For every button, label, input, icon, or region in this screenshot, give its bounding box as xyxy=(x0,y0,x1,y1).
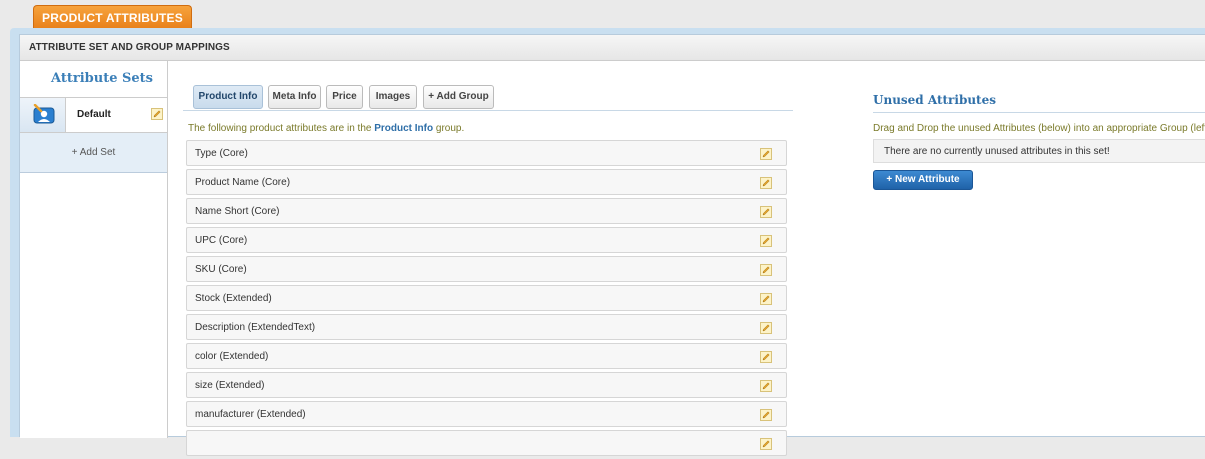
attribute-label: UPC (Core) xyxy=(195,235,248,246)
edit-pencil-icon[interactable] xyxy=(760,380,772,392)
tab-price[interactable]: Price xyxy=(326,85,363,109)
new-attribute-button[interactable]: + New Attribute xyxy=(873,170,973,190)
edit-pencil-icon[interactable] xyxy=(760,235,772,247)
attribute-label: size (Extended) xyxy=(195,380,265,391)
attribute-item[interactable]: manufacturer (Extended) xyxy=(186,401,787,427)
attribute-label: Type (Core) xyxy=(195,148,248,159)
group-tabs: Product Info Meta Info Price Images + Ad… xyxy=(183,85,793,111)
attribute-label: Product Name (Core) xyxy=(195,177,291,188)
attribute-label: Name Short (Core) xyxy=(195,206,280,217)
attribute-set-icon xyxy=(33,104,55,124)
group-info-suffix: group. xyxy=(435,123,465,134)
attribute-item-partial[interactable] xyxy=(186,430,787,456)
unused-attributes-dropzone[interactable]: There are no currently unused attributes… xyxy=(873,139,1205,163)
panel-header: ATTRIBUTE SET AND GROUP MAPPINGS xyxy=(20,35,1205,61)
attribute-item[interactable]: Name Short (Core) xyxy=(186,198,787,224)
attribute-label: manufacturer (Extended) xyxy=(195,409,306,420)
attribute-sets-sidebar: Attribute Sets Default + Add Set xyxy=(20,61,168,438)
tab-images[interactable]: Images xyxy=(369,85,417,109)
set-icon-box xyxy=(20,98,66,132)
attribute-label: SKU (Core) xyxy=(195,264,247,275)
edit-pencil-icon[interactable] xyxy=(760,409,772,421)
add-set-button[interactable]: + Add Set xyxy=(20,133,167,173)
attribute-item[interactable]: Description (ExtendedText) xyxy=(186,314,787,340)
edit-pencil-icon[interactable] xyxy=(760,293,772,305)
groups-area: Product Info Meta Info Price Images + Ad… xyxy=(183,61,803,456)
set-label: Default xyxy=(77,109,111,120)
attribute-item[interactable]: Product Name (Core) xyxy=(186,169,787,195)
edit-pencil-icon[interactable] xyxy=(760,148,772,160)
group-info-text: The following product attributes are in … xyxy=(188,123,464,134)
unused-attributes-area: Unused Attributes Drag and Drop the unus… xyxy=(873,61,1205,438)
edit-pencil-icon[interactable] xyxy=(151,108,163,120)
product-attributes-tab[interactable]: PRODUCT ATTRIBUTES xyxy=(33,5,192,29)
tab-meta-info[interactable]: Meta Info xyxy=(268,85,321,109)
main-frame: ATTRIBUTE SET AND GROUP MAPPINGS Attribu… xyxy=(10,28,1205,456)
group-info-name: Product Info xyxy=(374,123,434,134)
attribute-mapping-panel: ATTRIBUTE SET AND GROUP MAPPINGS Attribu… xyxy=(19,34,1205,456)
attribute-item[interactable]: SKU (Core) xyxy=(186,256,787,282)
tab-add-group[interactable]: + Add Group xyxy=(423,85,494,109)
unused-attributes-title: Unused Attributes xyxy=(873,91,1205,113)
attribute-item[interactable]: Stock (Extended) xyxy=(186,285,787,311)
unused-help-text: Drag and Drop the unused Attributes (bel… xyxy=(873,123,1205,134)
attribute-item[interactable]: color (Extended) xyxy=(186,343,787,369)
attribute-label: Stock (Extended) xyxy=(195,293,272,304)
tab-product-info[interactable]: Product Info xyxy=(193,85,263,109)
attribute-set-default[interactable]: Default xyxy=(20,97,167,133)
attribute-label: color (Extended) xyxy=(195,351,269,362)
attribute-list: Type (Core) Product Name (Core) Name Sho… xyxy=(186,140,787,459)
edit-pencil-icon[interactable] xyxy=(760,351,772,363)
group-info-prefix: The following product attributes are in … xyxy=(188,123,372,134)
edit-pencil-icon[interactable] xyxy=(760,177,772,189)
edit-pencil-icon[interactable] xyxy=(760,264,772,276)
attribute-label: Description (ExtendedText) xyxy=(195,322,316,333)
attribute-item[interactable]: Type (Core) xyxy=(186,140,787,166)
attribute-item[interactable]: size (Extended) xyxy=(186,372,787,398)
edit-pencil-icon[interactable] xyxy=(760,438,772,450)
attribute-item[interactable]: UPC (Core) xyxy=(186,227,787,253)
edit-pencil-icon[interactable] xyxy=(760,322,772,334)
attribute-sets-title: Attribute Sets xyxy=(51,71,153,86)
edit-pencil-icon[interactable] xyxy=(760,206,772,218)
